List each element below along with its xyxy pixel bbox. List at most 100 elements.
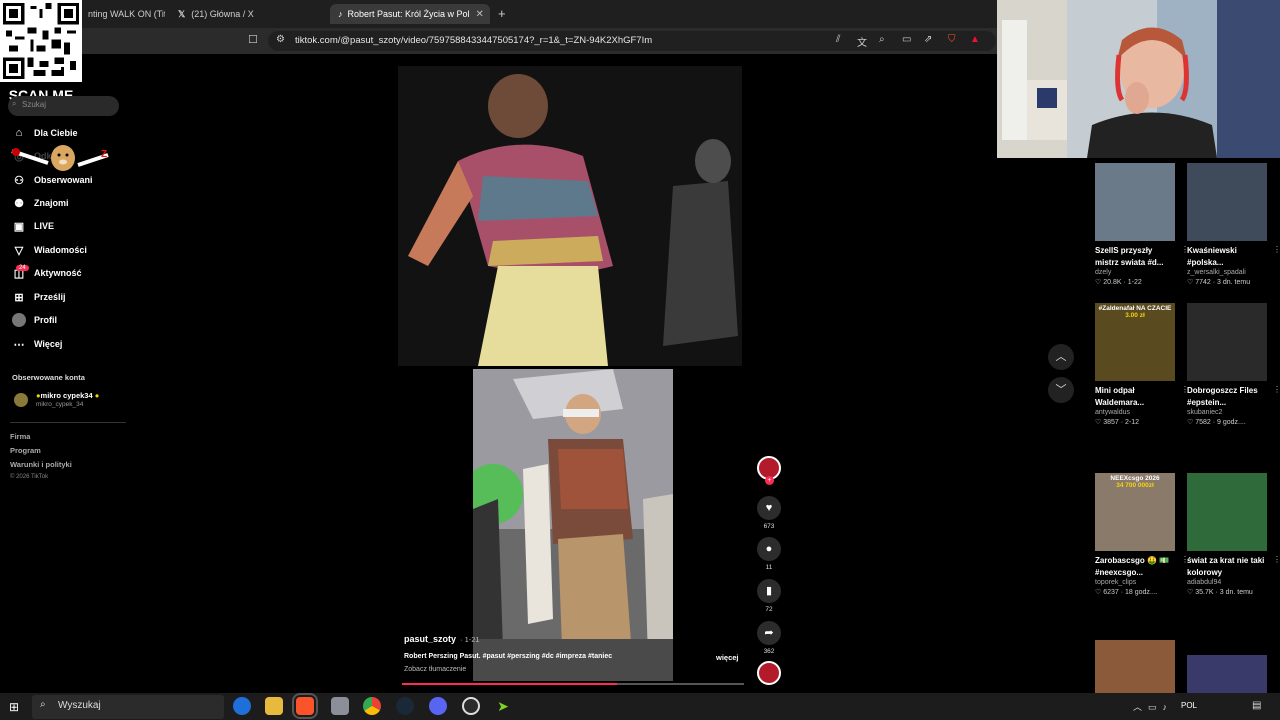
divider xyxy=(10,422,126,423)
browser-tab-active[interactable]: ♪ Robert Pasut: Król Życia w Pol ✕ xyxy=(330,4,490,24)
footer-link[interactable]: Firma xyxy=(10,432,30,441)
translate-icon[interactable]: 文 xyxy=(857,34,867,49)
search-input[interactable]: ⌕ Szukaj xyxy=(8,96,119,116)
save-button[interactable]: ▮ 72 xyxy=(756,579,782,613)
footer-link[interactable]: Warunki i polityki xyxy=(10,460,72,469)
avatar[interactable] xyxy=(14,393,28,407)
url-text: tiktok.com/@pasut_szoty/video/7597588433… xyxy=(295,35,653,46)
nav-friends[interactable]: ⚉ Znajomi xyxy=(12,193,68,213)
more-options-icon[interactable]: ⋮ xyxy=(1273,555,1280,564)
recommendation-title: Dobrogoszcz Files #epstein... xyxy=(1187,386,1258,407)
more-options-icon[interactable]: ⋮ xyxy=(1273,385,1280,394)
video-thumbnail[interactable] xyxy=(1095,640,1175,693)
video-thumbnail[interactable] xyxy=(1095,163,1175,241)
nav-for-you[interactable]: ⌂ Dla Ciebie xyxy=(12,123,78,143)
nav-label: Więcej xyxy=(34,339,63,349)
recommendation-card[interactable]: Kwaśniewski #polska... z_wersalki_spadali… xyxy=(1187,163,1280,286)
sound-avatar[interactable] xyxy=(757,661,781,685)
video-thumbnail[interactable] xyxy=(1187,473,1267,551)
chevron-down-icon: ﹀ xyxy=(1055,384,1067,396)
recommendation-title: Zarobascsgo 🤑 💵 #neexcsgo... xyxy=(1095,556,1170,577)
nav-live[interactable]: ▣ LIVE xyxy=(12,216,54,236)
nav-upload[interactable]: ⊞ Prześlij xyxy=(12,287,66,307)
search-icon: ⌕ xyxy=(12,99,17,108)
windows-start-icon[interactable]: ⊞ xyxy=(9,700,19,714)
app-icon[interactable] xyxy=(331,697,349,715)
install-icon[interactable]: ▭ xyxy=(902,34,911,45)
close-tab-icon[interactable]: ✕ xyxy=(470,9,484,20)
activity-badge: 24 xyxy=(16,265,29,271)
video-description: Robert Perszing Pasut. #pasut #perszing … xyxy=(404,653,613,660)
heart-icon: ♥ xyxy=(757,496,781,520)
recommendation-card[interactable]: świat za krat nie taki kolorowy adiabdul9… xyxy=(1187,473,1280,596)
recommendation-author: antywaldus xyxy=(1095,409,1131,416)
followed-account-name[interactable]: ●mikro cypek34 ● xyxy=(36,391,99,400)
brave-shield-icon[interactable]: ⛉ xyxy=(948,34,956,45)
nav-label: Prześlij xyxy=(34,292,66,302)
video-date: · 1-21 xyxy=(460,635,480,644)
app-arrow-icon[interactable]: ➤ xyxy=(494,697,512,715)
recommendation-card[interactable]: #Zaldenafał NA CZACIE 3.00 zł Mini odpał W… xyxy=(1095,303,1189,426)
file-explorer-icon[interactable] xyxy=(265,697,283,715)
browser-tab[interactable]: 𝕏 (21) Główna / X xyxy=(170,4,320,24)
translate-link[interactable]: Zobacz tłumaczenie xyxy=(404,666,466,673)
browser-tab[interactable]: nting WALK ON (Tita xyxy=(80,4,165,24)
recommendation-title: Mini odpał Waldemara... xyxy=(1095,386,1145,407)
taskbar-search-input[interactable]: Wyszukaj xyxy=(32,695,224,719)
recommendation-meta: ♡ 35.7K · 3 dn. temu xyxy=(1187,589,1253,596)
comment-button[interactable]: ● 11 xyxy=(756,537,782,571)
system-tray-icons[interactable]: ︿▭♪ xyxy=(1133,700,1173,713)
share-count: 362 xyxy=(763,648,775,655)
share-button[interactable]: ➦ 362 xyxy=(756,621,782,655)
recommendation-author: adiabdul94 xyxy=(1187,579,1222,586)
previous-video-button[interactable]: ︿ xyxy=(1048,344,1074,370)
recommendation-card[interactable] xyxy=(1187,655,1269,693)
more-link[interactable]: więcej xyxy=(716,653,739,662)
video-author[interactable]: pasut_szoty xyxy=(404,634,456,644)
nav-following[interactable]: ⚇ Obserwowani xyxy=(12,170,92,190)
discord-icon[interactable] xyxy=(429,697,447,715)
share-icon[interactable]: ⇗ xyxy=(924,34,932,45)
video-frame-top[interactable] xyxy=(398,66,742,366)
steam-icon[interactable] xyxy=(396,697,414,715)
footer-link[interactable]: Program xyxy=(10,446,41,455)
new-tab-icon[interactable]: + xyxy=(498,6,506,21)
thumbnail-caption: 3.00 zł xyxy=(1125,312,1145,319)
video-thumbnail[interactable] xyxy=(1187,163,1267,241)
nav-profile[interactable]: Profil xyxy=(12,310,57,330)
site-settings-icon[interactable]: ⚙ xyxy=(276,34,285,45)
home-icon: ⌂ xyxy=(15,127,23,139)
zoom-icon[interactable]: ⌕ xyxy=(879,34,885,45)
like-button[interactable]: ♥ 673 xyxy=(756,496,782,530)
obs-icon[interactable] xyxy=(462,697,480,715)
recommendation-title: SzellS przyszły mistrz swiata #d... xyxy=(1095,246,1164,267)
next-video-button[interactable]: ﹀ xyxy=(1048,377,1074,403)
copyright: © 2026 TikTok xyxy=(10,474,49,480)
language-indicator[interactable]: POL xyxy=(1181,701,1197,710)
video-frame-bottom[interactable] xyxy=(473,369,673,681)
rewards-icon[interactable]: ▲ xyxy=(970,34,980,45)
webcam-overlay xyxy=(997,0,1280,158)
video-thumbnail[interactable] xyxy=(1187,303,1267,381)
follow-plus-icon[interactable]: + xyxy=(765,476,774,485)
video-thumbnail[interactable] xyxy=(1187,655,1267,693)
recommendation-title: świat za krat nie taki kolorowy xyxy=(1187,556,1265,577)
nav-messages[interactable]: ▽ Wiadomości xyxy=(12,240,87,260)
reader-mode-icon[interactable]: ⫽ xyxy=(836,34,840,45)
chrome-icon[interactable] xyxy=(363,697,381,715)
thumbnail-caption: #Zaldenafał NA CZACIE xyxy=(1098,305,1172,312)
recommendation-title: Kwaśniewski #polska... xyxy=(1187,246,1237,267)
search-placeholder: Szukaj xyxy=(22,100,47,109)
brave-browser-icon[interactable] xyxy=(292,693,318,719)
recommendation-card[interactable]: Dobrogoszcz Files #epstein... skubaniec2 ♡… xyxy=(1187,303,1280,426)
nav-more[interactable]: ⋯ Więcej xyxy=(12,334,63,354)
recommendation-card[interactable]: SzellS przyszły mistrz swiata #d... dzely… xyxy=(1095,163,1189,286)
edge-icon[interactable] xyxy=(233,697,251,715)
video-thumbnail[interactable]: #Zaldenafał NA CZACIE 3.00 zł xyxy=(1095,303,1175,381)
more-options-icon[interactable]: ⋮ xyxy=(1273,245,1280,254)
notification-icon[interactable]: ▤ xyxy=(1252,700,1261,711)
video-thumbnail[interactable]: NEEXcsgo 2026 34 700 000zł xyxy=(1095,473,1175,551)
recommendation-card[interactable]: NEEXcsgo 2026 34 700 000zł Zarobascsgo 🤑 💵… xyxy=(1095,473,1189,596)
recommendation-card[interactable] xyxy=(1095,640,1177,693)
bookmark-icon[interactable]: ☐ xyxy=(248,33,258,46)
